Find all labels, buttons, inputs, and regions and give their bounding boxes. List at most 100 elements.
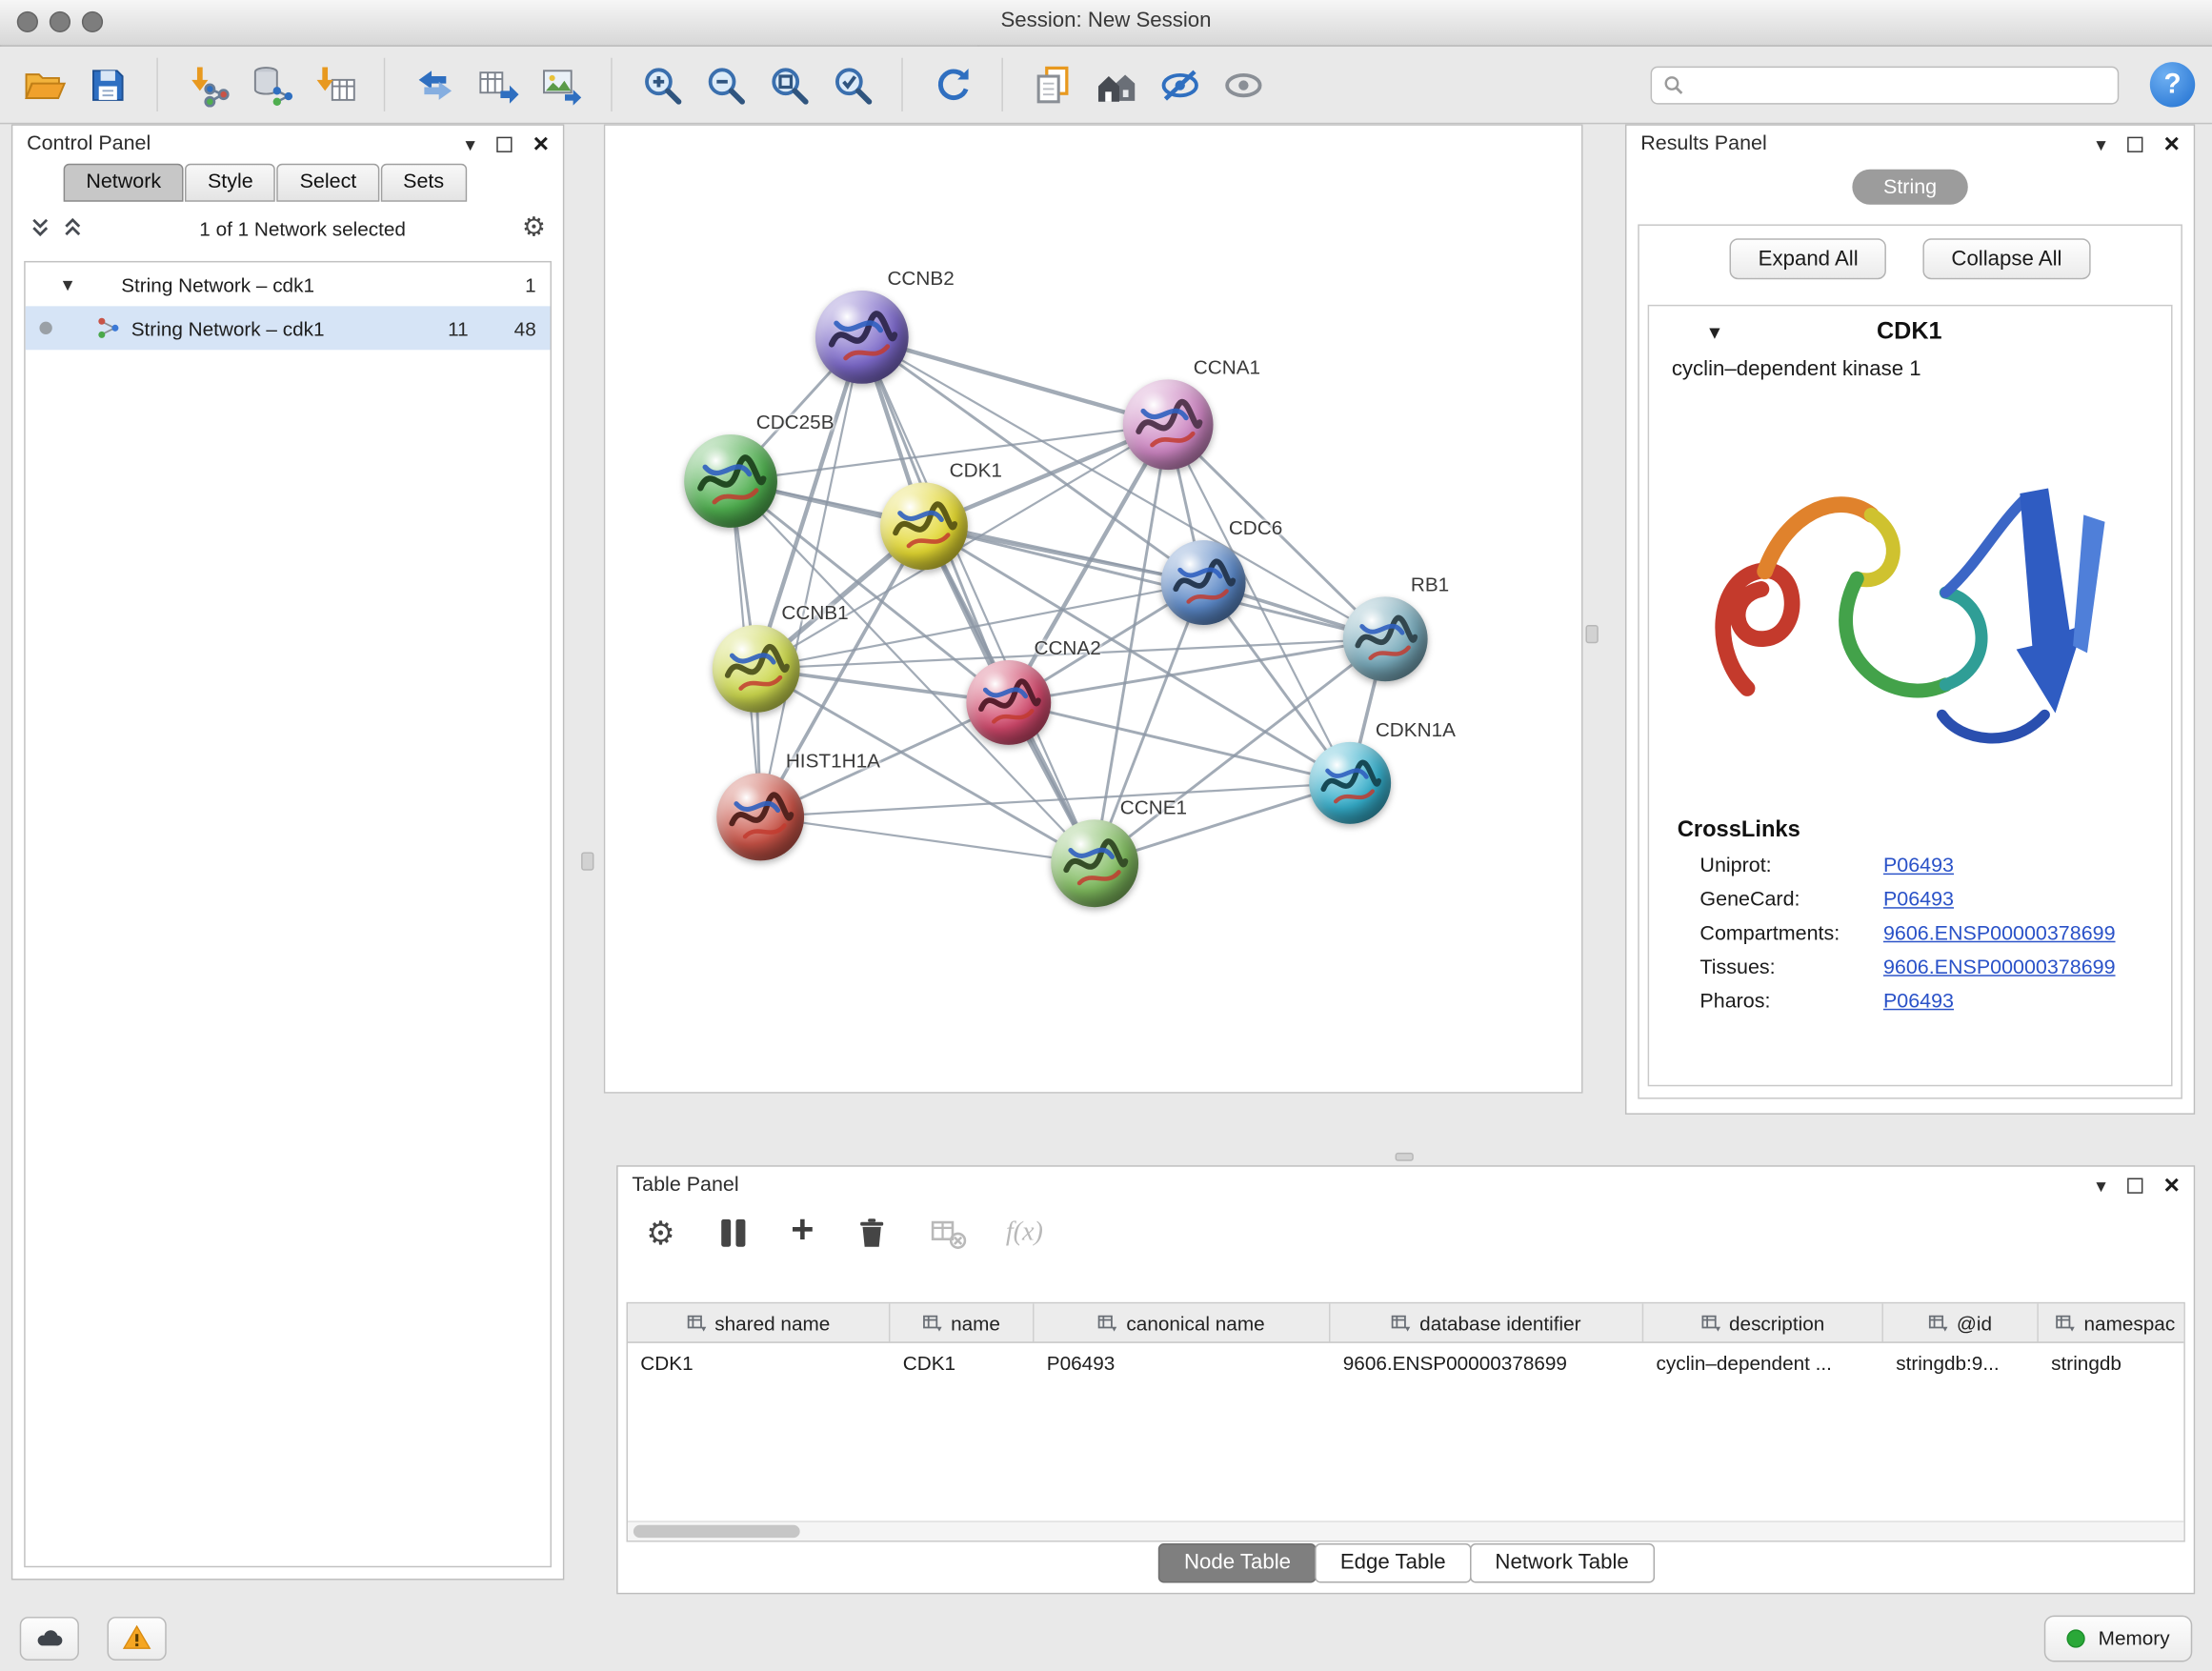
crosslink-label: Compartments: bbox=[1699, 922, 1883, 945]
expand-all-networks-button[interactable] bbox=[62, 217, 83, 238]
column-header-2[interactable]: name bbox=[890, 1303, 1034, 1341]
import-network-from-database-button[interactable] bbox=[244, 56, 297, 112]
show-graphics-details-button[interactable] bbox=[1217, 56, 1270, 112]
network-node-ccna2[interactable] bbox=[966, 660, 1051, 745]
network-node-cdc6[interactable] bbox=[1161, 540, 1246, 625]
create-column-button[interactable]: + bbox=[791, 1211, 814, 1250]
zoom-in-button[interactable] bbox=[634, 56, 688, 112]
import-network-from-file-button[interactable] bbox=[181, 56, 234, 112]
network-node-cdc25b[interactable] bbox=[684, 434, 777, 528]
network-collection-row[interactable]: ▼ String Network – cdk1 1 bbox=[26, 262, 551, 306]
control-panel-tabs: NetworkStyleSelectSets bbox=[64, 164, 554, 202]
search-box[interactable] bbox=[1651, 66, 2120, 104]
import-network-file-icon bbox=[186, 63, 230, 107]
protein-thumbnail bbox=[1051, 819, 1138, 907]
network-node-rb1[interactable] bbox=[1343, 596, 1428, 681]
collapse-all-networks-button[interactable] bbox=[30, 217, 50, 238]
network-node-cdk1[interactable] bbox=[880, 482, 968, 570]
zoom-out-button[interactable] bbox=[698, 56, 752, 112]
panel-menu-button[interactable]: ▾ bbox=[2096, 134, 2105, 154]
panel-float-button[interactable] bbox=[2127, 1178, 2142, 1193]
network-view[interactable]: CCNB2CCNA1CDC25BCDK1CDC6RB1CCNB1CCNA2CDK… bbox=[604, 124, 1583, 1093]
open-session-button[interactable] bbox=[17, 56, 70, 112]
import-table-from-file-button[interactable] bbox=[308, 56, 361, 112]
network-row-selected[interactable]: String Network – cdk1 11 48 bbox=[26, 306, 551, 350]
tab-sets[interactable]: Sets bbox=[380, 164, 466, 202]
column-header-3[interactable]: canonical name bbox=[1034, 1303, 1330, 1341]
zoom-fit-button[interactable] bbox=[762, 56, 815, 112]
column-header-4[interactable]: database identifier bbox=[1330, 1303, 1643, 1341]
tab-network[interactable]: Network bbox=[64, 164, 184, 202]
show-columns-button[interactable] bbox=[714, 1215, 752, 1252]
function-builder-button[interactable]: f(x) bbox=[1006, 1218, 1043, 1249]
table-settings-button[interactable]: ⚙ bbox=[646, 1217, 675, 1249]
tab-edge-table[interactable]: Edge Table bbox=[1315, 1543, 1471, 1582]
panel-menu-button[interactable]: ▾ bbox=[465, 134, 474, 154]
apply-layout-button[interactable] bbox=[925, 56, 978, 112]
eye-slash-icon bbox=[1157, 63, 1201, 107]
network-node-cdkn1a[interactable] bbox=[1309, 742, 1391, 824]
network-node-ccne1[interactable] bbox=[1051, 819, 1138, 907]
network-edge[interactable] bbox=[756, 583, 1203, 669]
help-button[interactable]: ? bbox=[2150, 62, 2195, 107]
network-node-ccna1[interactable] bbox=[1123, 379, 1214, 470]
save-session-button[interactable] bbox=[80, 56, 133, 112]
column-header-6[interactable]: @id bbox=[1883, 1303, 2039, 1341]
delete-columns-button[interactable] bbox=[854, 1215, 891, 1252]
panel-float-button[interactable] bbox=[2127, 136, 2142, 151]
column-header-7[interactable]: namespac bbox=[2039, 1303, 2185, 1341]
network-edge[interactable] bbox=[760, 816, 1095, 863]
splitter-handle[interactable] bbox=[1585, 625, 1598, 643]
panel-close-button[interactable]: × bbox=[2163, 131, 2179, 157]
expand-all-button[interactable]: Expand All bbox=[1730, 238, 1886, 279]
tab-style[interactable]: Style bbox=[185, 164, 275, 202]
hide-graphics-details-button[interactable] bbox=[1153, 56, 1206, 112]
import-table-icon bbox=[312, 63, 356, 107]
crosslink-value[interactable]: P06493 bbox=[1883, 855, 1954, 877]
crosslink-value[interactable]: P06493 bbox=[1883, 991, 1954, 1014]
crosslink-value[interactable]: P06493 bbox=[1883, 889, 1954, 912]
export-image-button[interactable] bbox=[534, 56, 588, 112]
document-button[interactable] bbox=[1026, 56, 1079, 112]
tab-node-table[interactable]: Node Table bbox=[1158, 1543, 1316, 1582]
cloud-status-button[interactable] bbox=[20, 1616, 79, 1660]
warnings-button[interactable] bbox=[108, 1616, 167, 1660]
control-panel: Control Panel ▾ × NetworkStyleSelectSets… bbox=[11, 124, 564, 1580]
protein-thumbnail bbox=[716, 774, 804, 861]
collapse-all-button[interactable]: Collapse All bbox=[1923, 238, 2090, 279]
export-network-button[interactable] bbox=[408, 56, 461, 112]
column-header-1[interactable]: shared name bbox=[628, 1303, 890, 1341]
table-horizontal-scrollbar[interactable] bbox=[628, 1520, 2183, 1540]
network-node-ccnb1[interactable] bbox=[713, 625, 800, 713]
panel-close-button[interactable]: × bbox=[533, 131, 549, 157]
crosslink-value[interactable]: 9606.ENSP00000378699 bbox=[1883, 956, 2116, 979]
network-canvas[interactable]: CCNB2CCNA1CDC25BCDK1CDC6RB1CCNB1CCNA2CDK… bbox=[605, 126, 1581, 1092]
network-node-hist1h1a[interactable] bbox=[716, 774, 804, 861]
splitter-handle[interactable] bbox=[1396, 1153, 1414, 1161]
table-row[interactable]: CDK1CDK1P064939606.ENSP00000378699cyclin… bbox=[628, 1343, 2183, 1381]
panel-close-button[interactable]: × bbox=[2163, 1172, 2179, 1198]
string-tab[interactable]: String bbox=[1852, 170, 1967, 205]
tab-network-table[interactable]: Network Table bbox=[1470, 1543, 1655, 1582]
network-node-ccnb2[interactable] bbox=[815, 291, 909, 384]
memory-button[interactable]: Memory bbox=[2044, 1615, 2192, 1661]
delete-table-button[interactable] bbox=[930, 1215, 967, 1252]
crosslinks-list: Uniprot:P06493GeneCard:P06493Compartment… bbox=[1649, 849, 2171, 1018]
scrollbar-thumb[interactable] bbox=[633, 1525, 800, 1538]
panel-float-button[interactable] bbox=[496, 136, 512, 151]
export-table-button[interactable] bbox=[472, 56, 525, 112]
search-input[interactable] bbox=[1693, 72, 2106, 98]
splitter-handle[interactable] bbox=[581, 852, 593, 870]
tab-select[interactable]: Select bbox=[277, 164, 379, 202]
network-edge[interactable] bbox=[760, 337, 862, 816]
crosslink-value[interactable]: 9606.ENSP00000378699 bbox=[1883, 922, 2116, 945]
home-button[interactable] bbox=[1089, 56, 1142, 112]
network-edge[interactable] bbox=[862, 337, 1095, 863]
export-network-icon bbox=[412, 63, 456, 107]
protein-expand-icon[interactable]: ▼ bbox=[1705, 321, 1723, 342]
panel-menu-button[interactable]: ▾ bbox=[2096, 1176, 2105, 1196]
zoom-selected-button[interactable] bbox=[825, 56, 878, 112]
network-options-button[interactable]: ⚙ bbox=[522, 214, 546, 241]
column-header-5[interactable]: description bbox=[1643, 1303, 1883, 1341]
tree-expanded-icon[interactable]: ▼ bbox=[59, 274, 76, 294]
